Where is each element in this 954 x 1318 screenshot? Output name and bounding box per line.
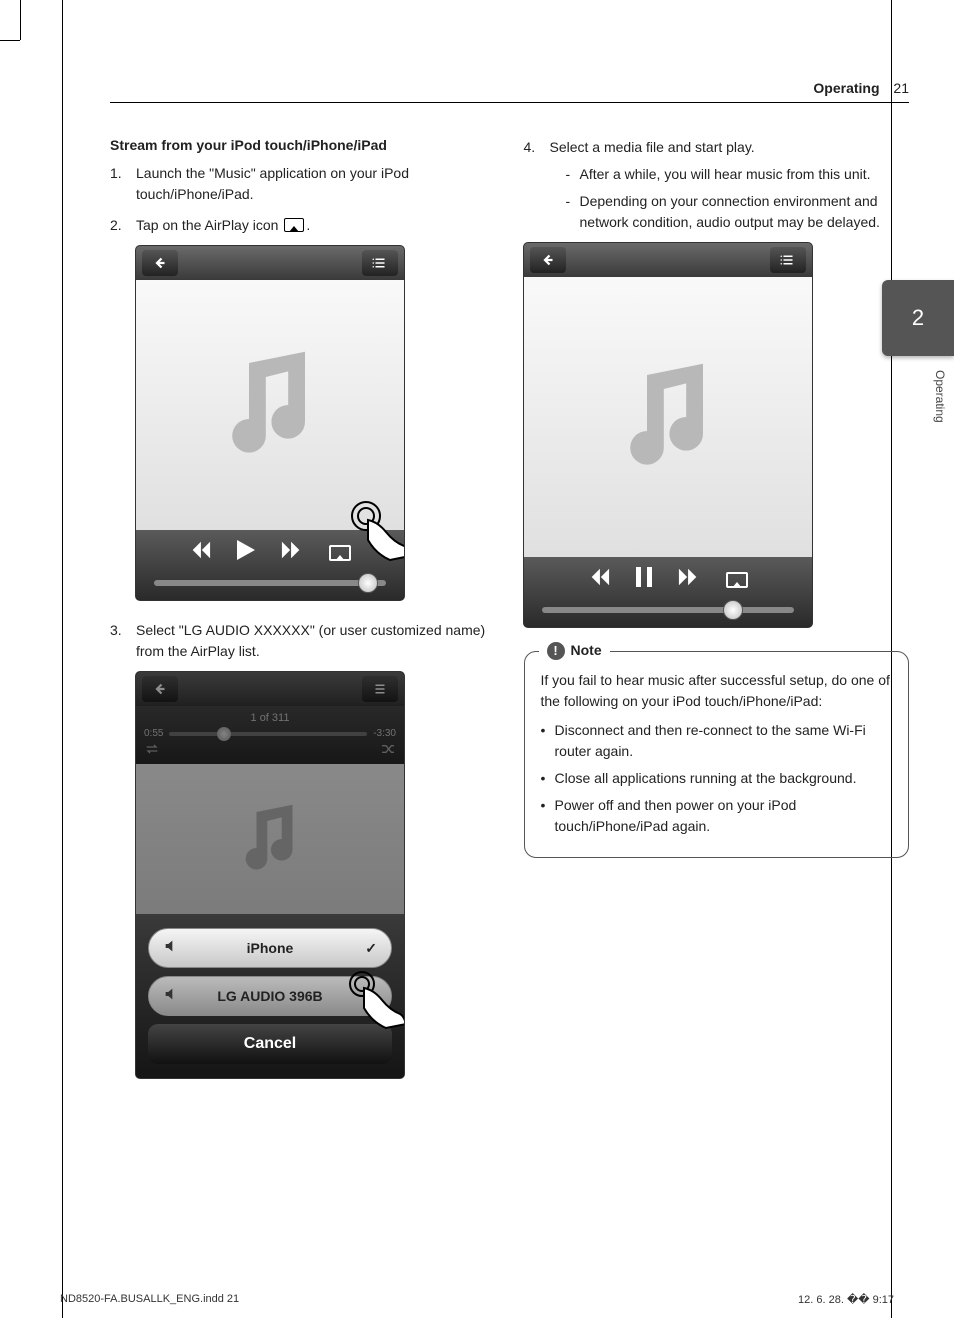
footer-datetime: 12. 6. 28. �� 9:17 bbox=[798, 1293, 894, 1306]
airplay-icon bbox=[329, 545, 351, 561]
alert-icon: ! bbox=[547, 642, 565, 660]
screenshot-now-playing bbox=[524, 243, 812, 627]
chapter-number: 2 bbox=[912, 305, 924, 331]
sub-heading: Stream from your iPod touch/iPhone/iPad bbox=[110, 137, 496, 153]
airplay-option-lg: LG AUDIO 396B bbox=[148, 976, 392, 1016]
page-footer: ND8520-FA.BUSALLK_ENG.indd 21 12. 6. 28.… bbox=[60, 1293, 894, 1306]
note-box: ! Note If you fail to hear music after s… bbox=[524, 651, 910, 858]
note-title: ! Note bbox=[539, 640, 610, 661]
track-info-bar: 1 of 311 0:55 -3:30 bbox=[136, 706, 404, 764]
album-art-placeholder bbox=[136, 764, 404, 914]
pause-icon bbox=[636, 567, 652, 593]
back-icon bbox=[142, 250, 178, 276]
screenshot-topbar bbox=[524, 243, 812, 277]
cancel-label: Cancel bbox=[244, 1035, 296, 1053]
cancel-button: Cancel bbox=[148, 1024, 392, 1064]
airplay-option-iphone: iPhone ✓ bbox=[148, 928, 392, 968]
step-2: Tap on the AirPlay icon . bbox=[110, 215, 496, 236]
previous-icon bbox=[189, 541, 211, 565]
page-number: 21 bbox=[893, 80, 909, 96]
play-icon bbox=[237, 540, 255, 566]
screenshot-music-player bbox=[136, 246, 404, 600]
note-bullet-1: Disconnect and then re-connect to the sa… bbox=[541, 720, 893, 762]
note-bullet-3: Power off and then power on your iPod to… bbox=[541, 795, 893, 837]
album-art-placeholder bbox=[524, 277, 812, 557]
next-icon bbox=[678, 568, 700, 592]
page-header: Operating 21 bbox=[110, 80, 909, 103]
back-icon bbox=[530, 247, 566, 273]
airplay-option-label: iPhone bbox=[247, 940, 294, 956]
speaker-icon bbox=[163, 986, 179, 1006]
music-note-icon bbox=[225, 794, 315, 884]
section-name: Operating bbox=[813, 80, 879, 96]
volume-thumb bbox=[723, 600, 743, 620]
next-icon bbox=[281, 541, 303, 565]
screenshot-topbar bbox=[136, 672, 404, 706]
remaining-time: -3:30 bbox=[373, 728, 396, 739]
crop-mark bbox=[20, 0, 21, 40]
album-art-placeholder bbox=[136, 280, 404, 530]
step-4: Select a media file and start play. Afte… bbox=[524, 137, 910, 233]
elapsed-time: 0:55 bbox=[144, 728, 163, 739]
playback-controls bbox=[524, 557, 812, 627]
step-4-text: Select a media file and start play. bbox=[550, 139, 755, 155]
volume-thumb bbox=[358, 573, 378, 593]
note-intro: If you fail to hear music after successf… bbox=[541, 670, 893, 712]
step-1-text: Launch the "Music" application on your i… bbox=[136, 165, 409, 202]
music-note-icon bbox=[200, 335, 340, 475]
airplay-icon bbox=[284, 218, 304, 232]
list-icon bbox=[770, 247, 806, 273]
volume-slider bbox=[154, 580, 386, 586]
back-icon bbox=[142, 676, 178, 702]
volume-slider bbox=[542, 607, 794, 613]
list-icon bbox=[362, 250, 398, 276]
list-icon bbox=[362, 676, 398, 702]
note-bullet-2: Close all applications running at the ba… bbox=[541, 768, 893, 789]
screenshot-airplay-menu: 1 of 311 0:55 -3:30 bbox=[136, 672, 404, 1078]
step-1: Launch the "Music" application on your i… bbox=[110, 163, 496, 205]
step-4-sub-1: After a while, you will hear music from … bbox=[566, 164, 910, 185]
step-3-text: Select "LG AUDIO XXXXXX" (or user custom… bbox=[136, 622, 485, 659]
airplay-option-label: LG AUDIO 396B bbox=[217, 988, 322, 1004]
chapter-tab: 2 bbox=[882, 280, 954, 356]
playback-controls bbox=[136, 530, 404, 600]
screenshot-topbar bbox=[136, 246, 404, 280]
previous-icon bbox=[588, 568, 610, 592]
repeat-icon bbox=[144, 743, 160, 758]
crop-mark bbox=[62, 0, 63, 1318]
step-3: Select "LG AUDIO XXXXXX" (or user custom… bbox=[110, 620, 496, 662]
step-4-sub-2: Depending on your connection environment… bbox=[566, 191, 910, 233]
step-2-text-pre: Tap on the AirPlay icon bbox=[136, 217, 278, 233]
scrub-bar bbox=[169, 732, 367, 736]
footer-filename: ND8520-FA.BUSALLK_ENG.indd 21 bbox=[60, 1293, 239, 1306]
crop-mark bbox=[0, 40, 20, 41]
music-note-icon bbox=[598, 347, 738, 487]
scrub-knob bbox=[217, 727, 231, 741]
step-2-text-post: . bbox=[306, 217, 310, 233]
note-title-text: Note bbox=[571, 640, 602, 661]
track-index: 1 of 311 bbox=[144, 712, 396, 724]
check-icon: ✓ bbox=[365, 940, 377, 957]
speaker-icon bbox=[163, 938, 179, 958]
airplay-icon bbox=[726, 572, 748, 588]
chapter-tab-label: Operating bbox=[933, 370, 947, 423]
shuffle-icon bbox=[380, 743, 396, 758]
